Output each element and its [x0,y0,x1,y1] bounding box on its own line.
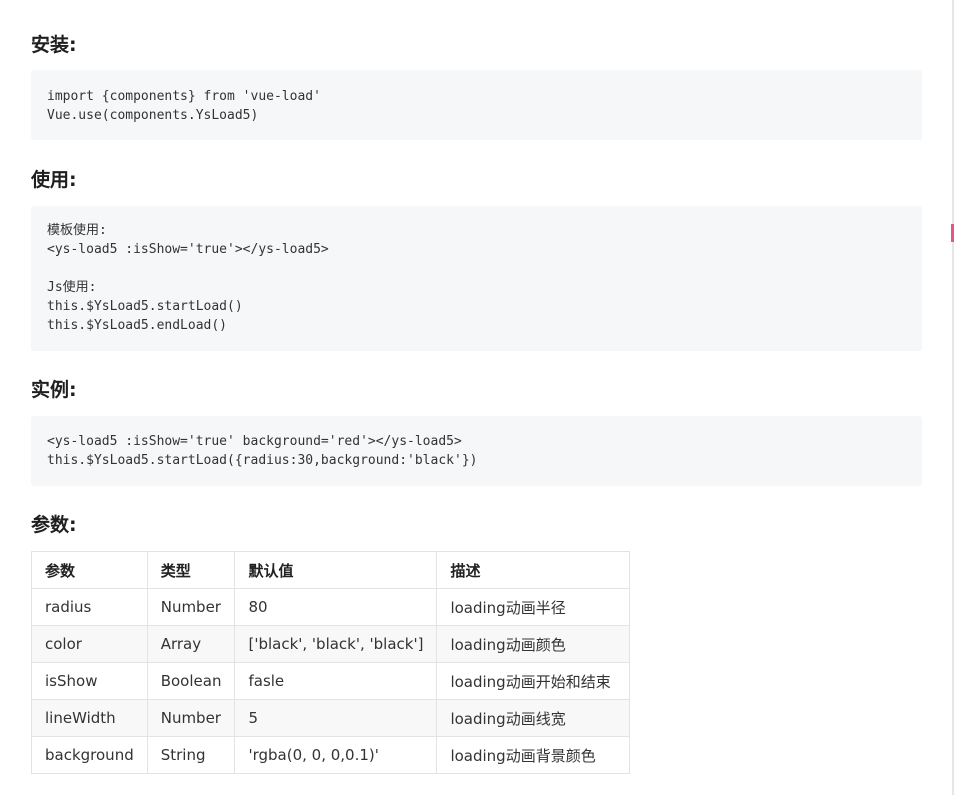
cell-default: 5 [234,699,438,737]
cell-default: fasle [234,662,438,700]
cell-param: isShow [31,662,148,700]
table-row: radius Number 80 loading动画半径 [31,588,631,626]
install-code-block: import {components} from 'vue-load' Vue.… [31,70,922,140]
usage-heading: 使用: [31,169,77,191]
cell-type: String [146,736,236,774]
header-default: 默认值 [234,551,438,589]
cell-desc: loading动画背景颜色 [436,736,631,774]
header-param: 参数 [31,551,148,589]
header-desc: 描述 [436,551,631,589]
cell-type: Boolean [146,662,236,700]
cell-type: Array [146,625,236,663]
cell-param: color [31,625,148,663]
example-code-block: <ys-load5 :isShow='true' background='red… [31,416,922,486]
example-heading: 实例: [31,379,77,401]
cell-desc: loading动画开始和结束 [436,662,631,700]
cell-type: Number [146,588,236,626]
table-row: background String 'rgba(0, 0, 0,0.1)' lo… [31,736,631,774]
cell-param: radius [31,588,148,626]
usage-code-block: 模板使用: <ys-load5 :isShow='true'></ys-load… [31,206,922,351]
table-row: color Array ['black', 'black', 'black'] … [31,625,631,663]
params-table: 参数 类型 默认值 描述 radius Number 80 loading动画半… [31,551,631,774]
cell-param: lineWidth [31,699,148,737]
cell-type: Number [146,699,236,737]
cell-param: background [31,736,148,774]
params-heading: 参数: [31,514,77,536]
install-heading: 安装: [31,34,77,56]
table-row: isShow Boolean fasle loading动画开始和结束 [31,662,631,700]
cell-default: 80 [234,588,438,626]
cell-default: ['black', 'black', 'black'] [234,625,438,663]
table-header-row: 参数 类型 默认值 描述 [31,551,631,589]
cell-default: 'rgba(0, 0, 0,0.1)' [234,736,438,774]
cell-desc: loading动画颜色 [436,625,631,663]
header-type: 类型 [146,551,236,589]
cell-desc: loading动画半径 [436,588,631,626]
table-row: lineWidth Number 5 loading动画线宽 [31,699,631,737]
cell-desc: loading动画线宽 [436,699,631,737]
